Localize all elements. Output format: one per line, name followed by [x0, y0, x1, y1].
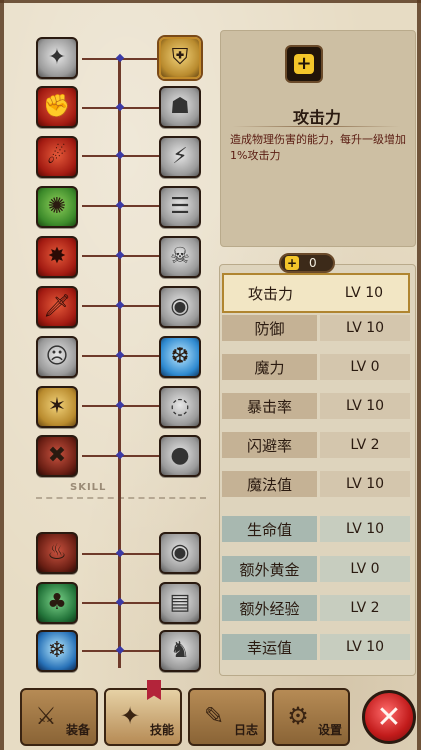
stat-level: LV 10	[320, 516, 410, 542]
skill-icon-locked-eye-2[interactable]: ◉	[159, 532, 201, 574]
attribute-plus-icon: +	[285, 45, 323, 83]
tab-equipment[interactable]: ⚔ 装备	[20, 688, 98, 746]
skill-icon-strike[interactable]: ✸	[36, 236, 78, 278]
tab-label: 设置	[317, 723, 342, 737]
skill-icon-green-aura[interactable]: ♣	[36, 582, 78, 624]
stat-level: LV 10	[320, 471, 410, 497]
right-vertical-frame	[417, 0, 421, 750]
left-vertical-frame	[0, 0, 4, 750]
stat-row-extra-gold[interactable]: 额外黄金 LV 0	[222, 556, 410, 582]
stat-row-dodge[interactable]: 闪避率 LV 2	[222, 432, 410, 458]
skill-icon-locked-bomb[interactable]: ●	[159, 435, 201, 477]
skill-icon-blue-aura[interactable]: ❄	[36, 630, 78, 672]
skill-points-counter: + 0	[279, 253, 335, 273]
stat-row-attack[interactable]: 攻击力 LV 10	[222, 273, 410, 313]
stat-level: LV 2	[320, 432, 410, 458]
stat-label: 额外黄金	[222, 556, 317, 582]
skill-icon-locked-figure[interactable]: ♞	[159, 630, 201, 672]
stat-label: 幸运值	[222, 634, 317, 660]
stat-level: LV 10	[320, 634, 410, 660]
skill-divider-label: SKILL	[70, 482, 107, 493]
top-frame	[0, 0, 421, 3]
equipment-icon: ⚔	[35, 702, 57, 730]
attribute-title: 攻击力	[292, 108, 341, 127]
skill-icon-cross-sword[interactable]: ✖	[36, 435, 78, 477]
stat-label: 防御	[222, 315, 317, 341]
stat-label: 攻击力	[247, 284, 293, 303]
stat-level: LV 10	[320, 393, 410, 419]
stat-label: 暴击率	[222, 393, 317, 419]
tab-label: 日志	[233, 723, 258, 737]
stat-row-magic[interactable]: 魔力 LV 0	[222, 354, 410, 380]
stat-level: LV 0	[320, 354, 410, 380]
tab-label: 装备	[65, 723, 90, 737]
skill-icon-locked-wing[interactable]: ✦	[36, 37, 78, 79]
skill-icon-dagger[interactable]: 🗡	[36, 286, 78, 328]
skill-icon: ✦	[119, 702, 141, 730]
skill-icon-fist[interactable]: ✊	[36, 86, 78, 128]
stat-label: 魔力	[222, 354, 317, 380]
skill-icon-red-aura[interactable]: ♨	[36, 532, 78, 574]
stat-level: LV 10	[344, 285, 384, 301]
tab-settings[interactable]: ⚙ 设置	[272, 688, 350, 746]
stat-level: LV 10	[320, 315, 410, 341]
stat-level: LV 0	[320, 556, 410, 582]
stat-row-luck[interactable]: 幸运值 LV 10	[222, 634, 410, 660]
skill-icon-locked-chest[interactable]: ▤	[159, 582, 201, 624]
panel-divider	[232, 126, 400, 127]
skill-points-icon: +	[285, 256, 299, 270]
settings-icon: ⚙	[287, 702, 309, 730]
stat-level: LV 2	[320, 595, 410, 621]
tab-log[interactable]: ✎ 日志	[188, 688, 266, 746]
skill-icon-ice-boot[interactable]: ❆	[159, 336, 201, 378]
skill-icon-locked-stack[interactable]: ☰	[159, 186, 201, 228]
close-button[interactable]: ✕	[362, 690, 416, 744]
skill-icon-locked-eye[interactable]: ◉	[159, 286, 201, 328]
skill-icon-locked-lightning[interactable]: ⚡	[159, 136, 201, 178]
attribute-description: 造成物理伤害的能力，每升一级增加1%攻击力	[230, 133, 406, 162]
log-icon: ✎	[203, 702, 225, 730]
tab-label: 技能	[149, 723, 174, 737]
skill-icon-locked-mask[interactable]: ☹	[36, 336, 78, 378]
tab-skills[interactable]: ✦ 技能	[104, 688, 182, 746]
stat-row-extra-exp[interactable]: 额外经验 LV 2	[222, 595, 410, 621]
stat-row-mana[interactable]: 魔法值 LV 10	[222, 471, 410, 497]
skill-icon-locked-ring[interactable]: ◌	[159, 386, 201, 428]
stat-row-crit[interactable]: 暴击率 LV 10	[222, 393, 410, 419]
stat-label: 生命值	[222, 516, 317, 542]
skill-icon-locked-curse[interactable]: ☠	[159, 236, 201, 278]
skill-icon-roar[interactable]: ☄	[36, 136, 78, 178]
skill-icon-shield[interactable]: ⛨	[159, 37, 201, 79]
skill-points-value: 0	[309, 256, 317, 270]
stat-row-hp[interactable]: 生命值 LV 10	[222, 516, 410, 542]
skill-icon-gold-burst[interactable]: ✶	[36, 386, 78, 428]
stat-row-defense[interactable]: 防御 LV 10	[222, 315, 410, 341]
stat-label: 闪避率	[222, 432, 317, 458]
stat-label: 魔法值	[222, 471, 317, 497]
stat-label: 额外经验	[222, 595, 317, 621]
skill-divider	[36, 497, 206, 499]
skill-icon-muscle[interactable]: ✺	[36, 186, 78, 228]
close-icon: ✕	[376, 699, 402, 735]
skill-icon-locked-ghost[interactable]: ☗	[159, 86, 201, 128]
